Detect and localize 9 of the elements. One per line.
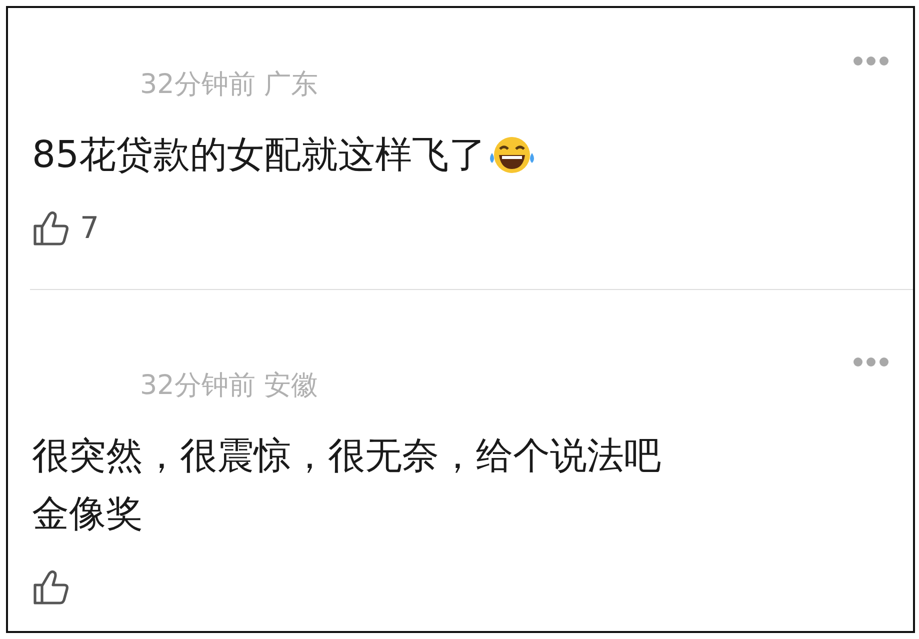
comment-text: 金像奖	[32, 491, 143, 537]
thumbs-up-icon[interactable]	[32, 209, 70, 247]
like-count: 7	[80, 210, 100, 246]
thumbs-up-icon[interactable]	[32, 568, 70, 606]
comment-meta: 32分钟前 安徽	[140, 369, 318, 403]
comment-meta: 32分钟前 广东	[140, 68, 318, 102]
comment-text: 85花贷款的女配就这样飞了	[32, 132, 486, 178]
comment-text: 很突然，很震惊，很无奈，给个说法吧	[32, 433, 661, 479]
laughing-emoji-icon	[488, 135, 536, 175]
